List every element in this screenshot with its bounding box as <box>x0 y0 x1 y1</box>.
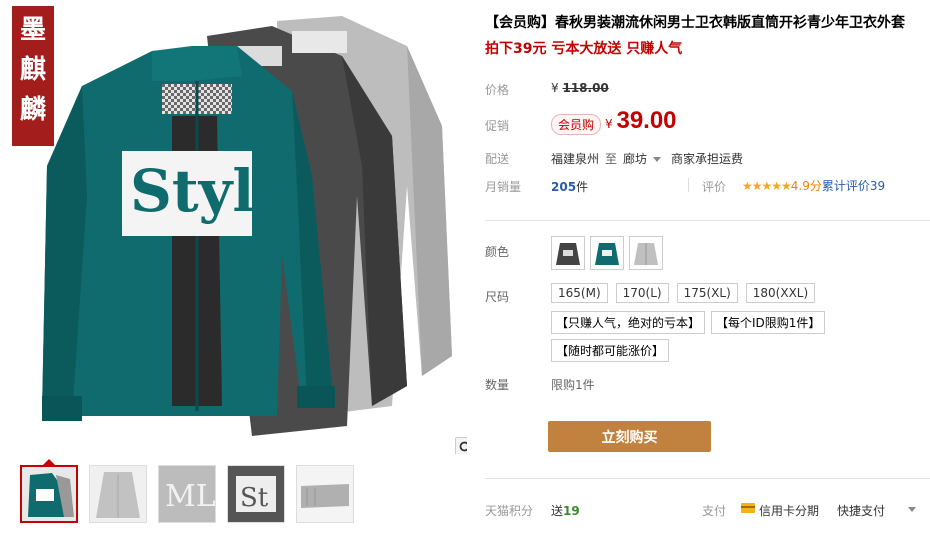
product-subtitle: 拍下39元 亏本大放送 只赚人气 <box>485 41 683 57</box>
promo-notes: 【随时都可能涨价】 <box>551 339 670 362</box>
svg-text:St: St <box>240 483 269 513</box>
points-value: 送19 <box>551 504 580 518</box>
promo-label: 促销 <box>485 119 510 133</box>
buy-now-button[interactable]: 立刻购买 <box>548 421 711 452</box>
points-label: 天猫积分 <box>485 504 534 518</box>
color-swatch-teal[interactable] <box>590 236 624 270</box>
promo-note[interactable]: 【只赚人气，绝对的亏本】 <box>551 311 706 334</box>
svg-text:ML: ML <box>165 479 215 514</box>
price-label: 价格 <box>485 83 510 97</box>
shipping-label: 配送 <box>485 152 510 166</box>
zoom-button[interactable] <box>455 437 467 454</box>
svg-text:Style: Style <box>130 157 291 225</box>
promo-price: ¥ 39.00 <box>605 107 677 134</box>
color-label: 颜色 <box>485 245 510 259</box>
quantity-label: 数量 <box>485 378 510 392</box>
shipping-info: 福建泉州至廊坊 商家承担运费 <box>551 150 744 167</box>
review-label: 评价 <box>702 180 727 194</box>
payment-label: 支付 <box>702 504 727 518</box>
review-summary[interactable]: ★★★★★4.9分累计评价39 <box>742 177 885 194</box>
chevron-down-icon[interactable] <box>653 157 662 162</box>
color-swatch-dark-grey[interactable] <box>551 236 585 270</box>
thumbnail-2[interactable] <box>89 465 147 523</box>
quantity-limit: 限购1件 <box>551 378 595 392</box>
promo-note[interactable]: 【每个ID限购1件】 <box>711 311 826 334</box>
shipping-note: 商家承担运费 <box>671 152 744 166</box>
promo-notes: 【只赚人气，绝对的亏本】 【每个ID限购1件】 <box>551 311 826 334</box>
size-option-m[interactable]: 165(M) <box>551 283 608 303</box>
star-rating-icon: ★★★★★ <box>742 179 792 193</box>
chevron-down-icon[interactable] <box>908 507 916 512</box>
original-price: ¥ 118.00 <box>551 81 609 95</box>
color-swatch-light-grey[interactable] <box>629 236 663 270</box>
thumbnail-4[interactable]: St <box>227 465 285 523</box>
credit-card-icon <box>741 503 755 513</box>
section-divider <box>485 478 930 479</box>
size-option-xxl[interactable]: 180(XXL) <box>745 283 816 303</box>
size-label: 尺码 <box>485 290 510 304</box>
section-divider <box>485 220 930 221</box>
payment-quick[interactable]: 快捷支付 <box>837 502 885 519</box>
thumbnail-strip: ML St <box>20 465 354 523</box>
promo-badge: 会员购 <box>551 114 602 135</box>
payment-installment[interactable]: 信用卡分期 <box>759 502 819 519</box>
size-option-xl[interactable]: 175(XL) <box>676 283 738 303</box>
monthly-sales: 205件 <box>551 180 589 194</box>
thumbnail-1[interactable] <box>20 465 78 523</box>
brand-logo-flag: 墨麒麟 <box>12 6 54 146</box>
size-options: 165(M) 170(L) 175(XL) 180(XXL) <box>551 283 816 303</box>
product-title: 【会员购】春秋男装潮流休闲男士卫衣韩版直筒开衫青少年卫衣外套 <box>485 15 905 31</box>
color-options <box>551 236 663 270</box>
sales-label: 月销量 <box>485 180 522 194</box>
shipping-origin: 福建泉州 <box>551 152 600 166</box>
thumbnail-3[interactable]: ML <box>158 465 216 523</box>
shipping-destination-select[interactable]: 廊坊 <box>623 150 647 167</box>
divider <box>688 178 689 192</box>
jacket-illustration: Style <box>42 16 452 436</box>
magnifier-icon <box>459 441 467 452</box>
thumbnail-5[interactable] <box>296 465 354 523</box>
promo-note[interactable]: 【随时都可能涨价】 <box>551 339 670 362</box>
size-option-l[interactable]: 170(L) <box>615 283 669 303</box>
main-product-image[interactable]: Style 墨麒麟 <box>12 6 467 454</box>
